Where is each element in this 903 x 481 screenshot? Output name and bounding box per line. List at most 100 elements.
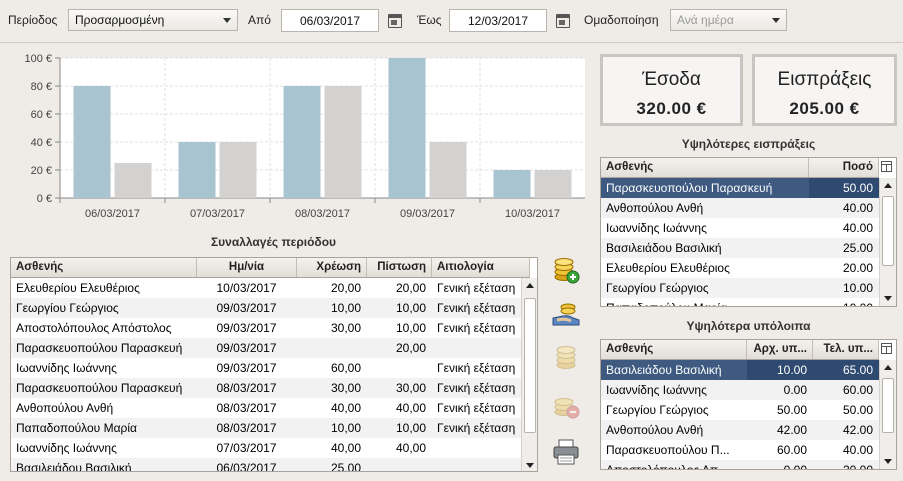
- group-select[interactable]: Ανά ημέρα: [670, 9, 787, 31]
- income-label: Έσοδα: [642, 69, 701, 90]
- coins-icon[interactable]: [551, 343, 581, 373]
- table-row[interactable]: Ανθοπούλου Ανθή 40.00: [601, 198, 879, 218]
- table-cell: Ελευθερίου Ελευθέριος: [16, 281, 140, 295]
- y-tick-label: 0 €: [37, 193, 52, 205]
- table-row[interactable]: Γεωργίου Γεώργιος 09/03/2017 10,00 10,00 Γεν…: [11, 298, 530, 318]
- coins-remove-icon[interactable]: [551, 390, 581, 420]
- scroll-down-icon[interactable]: [526, 463, 534, 468]
- column-header[interactable]: Αιτιολογία: [432, 258, 530, 277]
- table-row[interactable]: Ανθοπούλου Ανθή 08/03/2017 40,00 40,00 Γενικ…: [11, 398, 530, 418]
- top-receipts-header: Ασθενής Ποσό: [601, 158, 879, 178]
- table-cell: 20.00: [842, 261, 873, 275]
- top-balances-title: Υψηλότερα υπόλοιπα: [686, 319, 811, 333]
- table-row[interactable]: Γεωργίου Γεώργιος 10.00: [601, 278, 879, 298]
- table-cell: 0.00: [783, 383, 807, 397]
- table-cell: Βασιλειάδου Βασιλική: [16, 461, 132, 472]
- table-cell: Αποστολόπουλος Απ...: [606, 463, 729, 470]
- table-row[interactable]: Παρασκευοπούλου Παρασκευή 09/03/2017 20,00: [11, 338, 530, 358]
- table-cell: Γεωργίου Γεώργιος: [606, 281, 709, 295]
- table-row[interactable]: Βασιλειάδου Βασιλική 06/03/2017 25,00: [11, 458, 530, 472]
- table-cell: 25.00: [842, 241, 873, 255]
- x-tick-label: 06/03/2017: [85, 208, 140, 220]
- table-cell: 40,00: [330, 441, 361, 455]
- scroll-down-icon[interactable]: [884, 296, 892, 301]
- column-header[interactable]: Πίστωση: [367, 258, 432, 277]
- table-row[interactable]: Παρασκευοπούλου Παρασκευή 50.00: [601, 178, 879, 198]
- top-balances-scrollbar[interactable]: [879, 360, 896, 469]
- coins-add-icon[interactable]: [551, 255, 581, 285]
- calendar-icon[interactable]: [388, 14, 402, 28]
- to-date-input[interactable]: 12/03/2017: [449, 9, 547, 32]
- to-label: Έως: [417, 13, 442, 27]
- from-date-input[interactable]: 06/03/2017: [281, 9, 379, 32]
- table-row[interactable]: Ελευθερίου Ελευθέριος 10/03/2017 20,00 20,0…: [11, 278, 530, 298]
- table-cell: Ανθοπούλου Ανθή: [16, 401, 114, 415]
- table-row[interactable]: Ιωαννίδης Ιωάννης 0.00 60.00: [601, 380, 879, 400]
- table-cell: Ελευθερίου Ελευθέριος: [606, 261, 730, 275]
- x-tick-label: 09/03/2017: [400, 208, 455, 220]
- table-row[interactable]: Βασιλειάδου Βασιλική 10.00 65.00: [601, 360, 879, 380]
- y-tick-label: 100 €: [24, 53, 52, 65]
- table-cell: 50.00: [809, 178, 879, 198]
- group-label: Ομαδοποίηση: [584, 13, 659, 27]
- table-row[interactable]: Ιωαννίδης Ιωάννης 09/03/2017 60,00 Γενική ε…: [11, 358, 530, 378]
- scroll-thumb[interactable]: [524, 298, 536, 433]
- table-row[interactable]: Παρασκευοπούλου Παρασκευή 08/03/2017 30,00…: [11, 378, 530, 398]
- table-row[interactable]: Ελευθερίου Ελευθέριος 20.00: [601, 258, 879, 278]
- table-row[interactable]: Παρασκευοπούλου Π... 60.00 40.00: [601, 440, 879, 460]
- table-cell: [367, 358, 432, 378]
- scroll-up-icon[interactable]: [884, 365, 892, 370]
- bar: [114, 163, 152, 198]
- scroll-down-icon[interactable]: [884, 459, 892, 464]
- table-cell: 40,00: [330, 401, 361, 415]
- table-cell: Αποστολόπουλος Απόστολος: [16, 321, 172, 335]
- column-chooser-icon[interactable]: [881, 343, 892, 354]
- top-receipts-scrollbar[interactable]: [879, 178, 896, 306]
- column-chooser-icon[interactable]: [881, 161, 892, 172]
- table-cell: 25,00: [330, 461, 361, 472]
- column-header[interactable]: Τελ. υπ...: [813, 340, 879, 359]
- scroll-thumb[interactable]: [882, 196, 894, 266]
- scroll-up-icon[interactable]: [526, 283, 534, 288]
- table-row[interactable]: Ιωαννίδης Ιωάννης 40.00: [601, 218, 879, 238]
- printer-icon[interactable]: [551, 437, 581, 467]
- calendar-icon[interactable]: [556, 14, 570, 28]
- table-row[interactable]: Αποστολόπουλος Απόστολος 09/03/2017 30,00 1…: [11, 318, 530, 338]
- transactions-title: Συναλλαγές περιόδου: [210, 235, 337, 249]
- column-header[interactable]: Χρέωση: [297, 258, 367, 277]
- period-select[interactable]: Προσαρμοσμένη: [68, 9, 238, 31]
- scroll-thumb[interactable]: [882, 378, 894, 433]
- toolbar-divider: [0, 42, 903, 43]
- y-tick-label: 40 €: [31, 137, 52, 149]
- column-header[interactable]: Ημ/νία: [197, 258, 297, 277]
- hand-coins-icon[interactable]: [551, 298, 581, 328]
- receipts-label: Εισπράξεις: [777, 69, 872, 90]
- table-cell: 10/03/2017: [216, 281, 277, 295]
- table-cell: Βασιλειάδου Βασιλική: [606, 241, 722, 255]
- table-row[interactable]: Παπαδοπούλου Μαρία 08/03/2017 10,00 10,00 Γε…: [11, 418, 530, 438]
- table-cell: Παρασκευοπούλου Παρασκευή: [606, 181, 773, 195]
- table-row[interactable]: Παπαδοπούλου Μαρία10.00: [601, 298, 879, 306]
- y-tick-label: 20 €: [31, 165, 52, 177]
- table-row[interactable]: Ανθοπούλου Ανθή 42.00 42.00: [601, 420, 879, 440]
- top-balances-grid[interactable]: Ασθενής Αρχ. υπ... Τελ. υπ... Βασιλειάδου …: [600, 339, 897, 470]
- table-row[interactable]: Αποστολόπουλος Απ... 0.00 20.00: [601, 460, 879, 470]
- bar: [283, 86, 321, 198]
- table-cell: Γενική εξέταση: [437, 361, 516, 375]
- transactions-scrollbar[interactable]: [521, 278, 537, 471]
- table-cell: 09/03/2017: [216, 361, 277, 375]
- column-header[interactable]: Αρχ. υπ...: [747, 340, 813, 359]
- table-cell: Γεωργίου Γεώργιος: [606, 403, 709, 417]
- top-receipts-grid[interactable]: Ασθενής Ποσό Παρασκευοπούλου Παρασκευή 50.…: [600, 157, 897, 307]
- table-row[interactable]: Ιωαννίδης Ιωάννης 07/03/2017 40,00 40,00: [11, 438, 530, 458]
- column-header[interactable]: Ποσό: [809, 158, 879, 177]
- table-cell: 08/03/2017: [216, 381, 277, 395]
- table-row[interactable]: Γεωργίου Γεώργιος 50.00 50.00: [601, 400, 879, 420]
- column-header[interactable]: Ασθενής: [601, 340, 747, 359]
- table-cell: 09/03/2017: [216, 321, 277, 335]
- column-header[interactable]: Ασθενής: [11, 258, 197, 277]
- transactions-grid[interactable]: Ασθενής Ημ/νία Χρέωση Πίστωση Αιτιολογία Ελε…: [10, 257, 538, 472]
- scroll-up-icon[interactable]: [884, 183, 892, 188]
- table-row[interactable]: Βασιλειάδου Βασιλική 25.00: [601, 238, 879, 258]
- column-header[interactable]: Ασθενής: [601, 158, 809, 177]
